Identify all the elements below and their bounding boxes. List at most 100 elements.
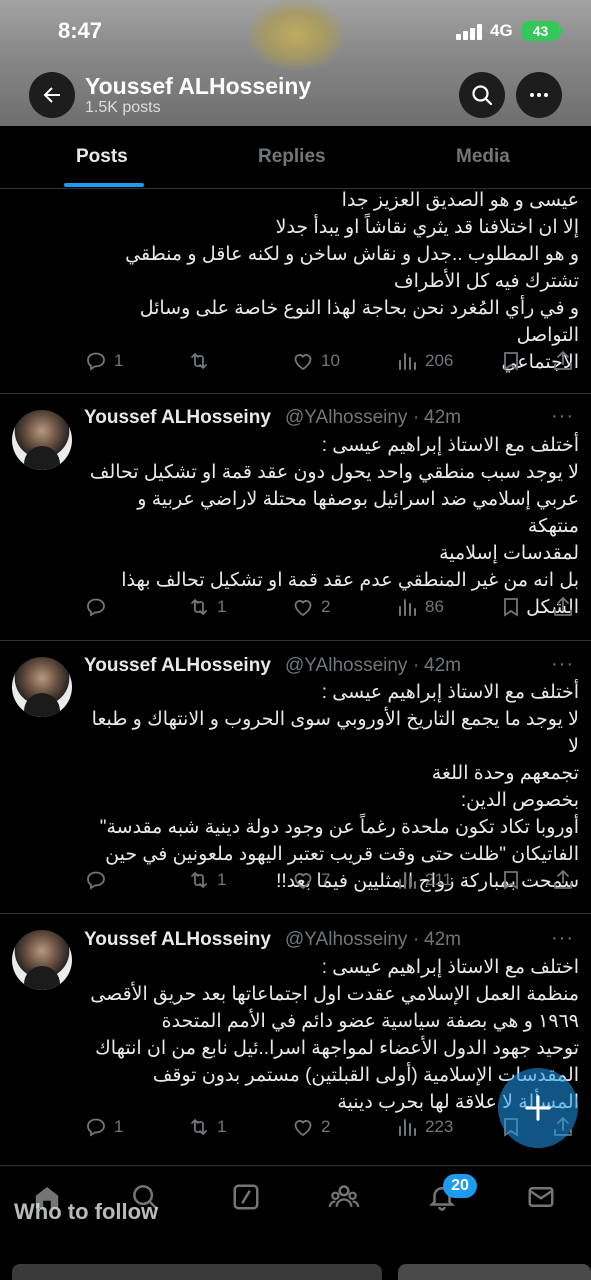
profile-header: 8:47 4G 43 Youssef ALHosseiny 1.5K posts (0, 0, 591, 126)
reply-icon (87, 871, 105, 890)
like-count: 7 (321, 870, 331, 889)
nav-grok[interactable] (229, 1180, 263, 1214)
back-button[interactable] (29, 72, 75, 118)
suggestion-card-image[interactable] (398, 1264, 591, 1280)
reply-button[interactable] (84, 868, 114, 892)
search-icon (472, 85, 493, 106)
views-button[interactable]: 86 (395, 595, 444, 619)
reply-button[interactable] (84, 595, 114, 619)
repost-count: 1 (217, 1117, 227, 1136)
post-divider (0, 393, 591, 394)
post-time: 42m (424, 655, 461, 676)
repost-button[interactable]: 1 (187, 1115, 226, 1139)
avatar[interactable] (12, 657, 72, 717)
like-button[interactable]: 10 (291, 349, 340, 373)
view-count: 206 (425, 351, 454, 370)
like-button[interactable]: 2 (291, 595, 330, 619)
post-count: 1.5K posts (85, 99, 161, 116)
grok-icon (233, 1184, 259, 1210)
heart-icon (294, 1120, 312, 1137)
share-button[interactable] (551, 868, 575, 892)
view-count: 223 (425, 1117, 454, 1136)
more-options-button[interactable] (516, 72, 562, 118)
heart-icon (294, 354, 312, 371)
arrow-left-icon (43, 87, 60, 103)
share-button[interactable] (551, 595, 575, 619)
post-divider (0, 913, 591, 914)
repost-icon (191, 872, 207, 888)
bookmark-button[interactable] (499, 349, 523, 373)
share-button[interactable] (551, 349, 575, 373)
bookmark-button[interactable] (499, 868, 523, 892)
post-time-dot: · (413, 929, 420, 950)
view-count: 211 (425, 870, 453, 889)
signal-icon (456, 24, 484, 40)
reply-icon (87, 352, 105, 371)
tab-replies[interactable]: Replies (258, 146, 326, 168)
like-button[interactable]: 7 (291, 868, 330, 892)
post-time-dot: · (413, 407, 420, 428)
nav-messages[interactable] (524, 1180, 558, 1214)
mail-icon (528, 1187, 554, 1207)
bookmark-button[interactable] (499, 595, 523, 619)
nav-communities[interactable] (327, 1180, 361, 1214)
views-icon (399, 1119, 416, 1136)
repost-icon (191, 1119, 207, 1135)
view-count: 86 (425, 597, 444, 616)
avatar[interactable] (12, 930, 72, 990)
tab-media[interactable]: Media (456, 146, 510, 168)
views-icon (399, 872, 416, 889)
post-more-button[interactable]: ··· (551, 405, 574, 428)
share-icon (554, 597, 572, 616)
repost-button[interactable]: 1 (187, 868, 226, 892)
post-text: أختلف مع الاستاذ إبراهيم عيسى : لا يوجد … (91, 682, 579, 892)
reply-icon (87, 1118, 105, 1137)
heart-icon (294, 600, 312, 617)
reply-count: 1 (114, 351, 124, 370)
battery-icon: 43 (522, 21, 563, 41)
author-name[interactable]: Youssef ALHosseiny (84, 407, 271, 429)
avatar[interactable] (12, 410, 72, 470)
post-divider (0, 640, 591, 641)
repost-button[interactable]: 1 (187, 595, 226, 619)
bookmark-icon (504, 598, 518, 617)
repost-count: 1 (217, 597, 227, 616)
views-icon (399, 599, 416, 616)
reply-button[interactable]: 1 (84, 1115, 123, 1139)
repost-button[interactable] (187, 349, 217, 373)
profile-name: Youssef ALHosseiny (85, 73, 312, 99)
views-icon (399, 353, 416, 370)
communities-icon (328, 1185, 360, 1207)
notifications-badge: 20 (443, 1174, 477, 1198)
author-handle[interactable]: @YAlhosseiny (285, 407, 407, 429)
author-handle[interactable]: @YAlhosseiny (285, 655, 407, 677)
author-name[interactable]: Youssef ALHosseiny (84, 655, 271, 677)
reply-button[interactable]: 1 (84, 349, 123, 373)
tab-posts[interactable]: Posts (76, 146, 128, 168)
heart-icon (294, 873, 312, 890)
search-button[interactable] (459, 72, 505, 118)
share-icon (554, 351, 572, 370)
like-button[interactable]: 2 (291, 1115, 330, 1139)
profile-tabs: Posts Replies Media (0, 126, 591, 189)
views-button[interactable]: 211 (395, 868, 452, 892)
like-count: 10 (321, 351, 340, 370)
plus-icon (525, 1095, 551, 1121)
post-time: 42m (424, 929, 461, 950)
post-more-button[interactable]: ··· (551, 927, 574, 950)
suggestion-card-image[interactable] (12, 1264, 382, 1280)
views-button[interactable]: 223 (395, 1115, 453, 1139)
views-button[interactable]: 206 (395, 349, 453, 373)
bottom-navigation: 20 Who to follow (0, 1165, 591, 1280)
author-name[interactable]: Youssef ALHosseiny (84, 929, 271, 951)
post-actions: 1 10 206 (0, 349, 591, 379)
author-handle[interactable]: @YAlhosseiny (285, 929, 407, 951)
post-more-button[interactable]: ··· (551, 653, 574, 676)
post-actions: 1 2 86 (0, 595, 591, 625)
status-bar: 8:47 4G 43 (0, 0, 591, 64)
reply-count: 1 (114, 1117, 124, 1136)
compose-button[interactable] (498, 1068, 578, 1148)
share-icon (554, 870, 572, 889)
post-actions: 1 7 211 (0, 868, 591, 898)
post-time: 42m (424, 407, 461, 428)
